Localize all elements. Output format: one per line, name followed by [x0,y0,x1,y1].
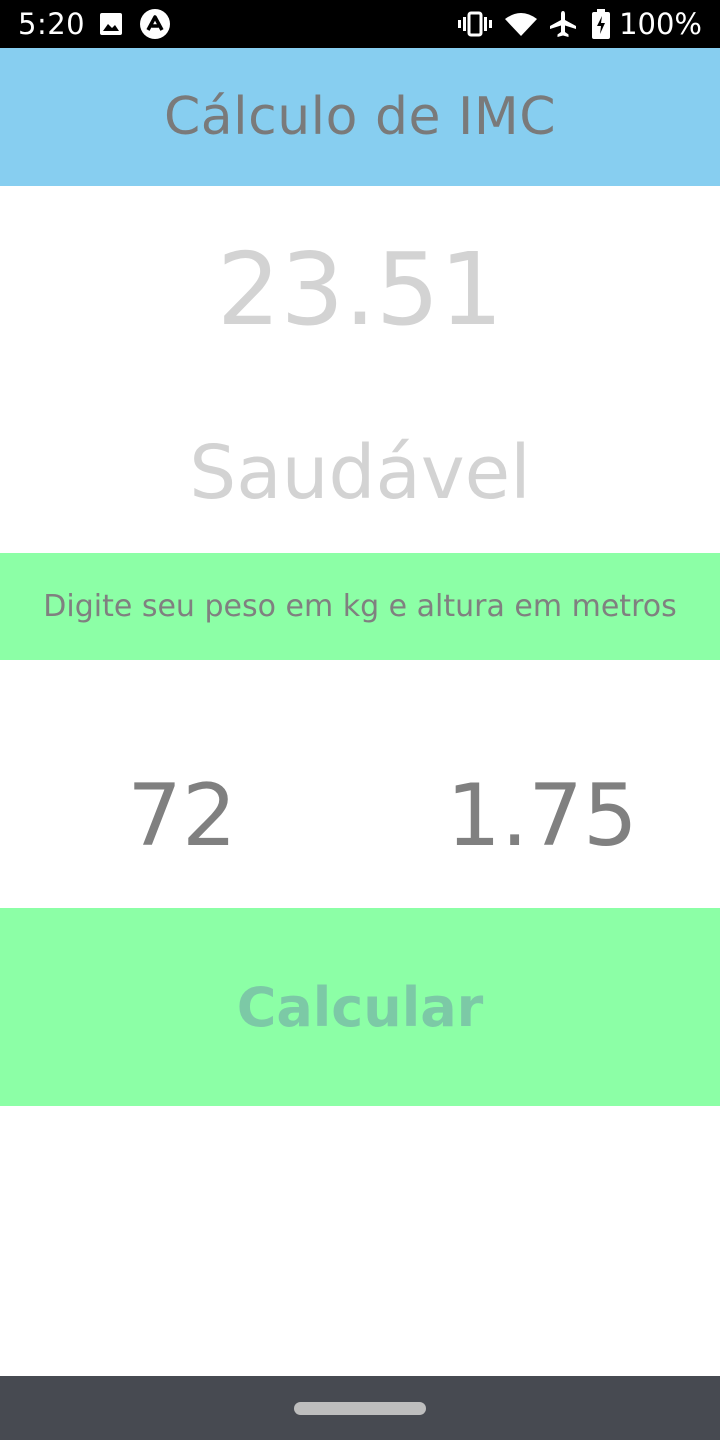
wifi-icon [503,0,539,48]
bmi-result-value: 23.51 [216,231,504,348]
home-gesture-pill[interactable] [294,1402,426,1415]
calculate-button-label: Calcular [236,975,484,1039]
weight-input[interactable] [30,760,334,872]
battery-icon [590,0,612,48]
vibrate-icon [457,0,493,48]
app-header: Cálculo de IMC [0,48,720,186]
height-input[interactable] [390,760,694,872]
status-bar: 5:20 100% [0,0,720,48]
navigation-bar [0,1376,720,1440]
instruction-banner: Digite seu peso em kg e altura em metros [0,553,720,660]
image-icon [98,0,124,48]
app-screen: 5:20 100% Cálculo de IMC 23.51 Saudável … [0,0,720,1440]
bmi-category-label: Saudável [189,430,531,516]
page-title: Cálculo de IMC [164,87,556,147]
app-logo-icon [139,0,171,48]
status-time: 5:20 [18,7,86,41]
instruction-text: Digite seu peso em kg e altura em metros [43,589,677,624]
airplane-mode-icon [547,0,579,48]
battery-percentage: 100% [619,7,702,41]
calculate-button[interactable]: Calcular [0,908,720,1106]
